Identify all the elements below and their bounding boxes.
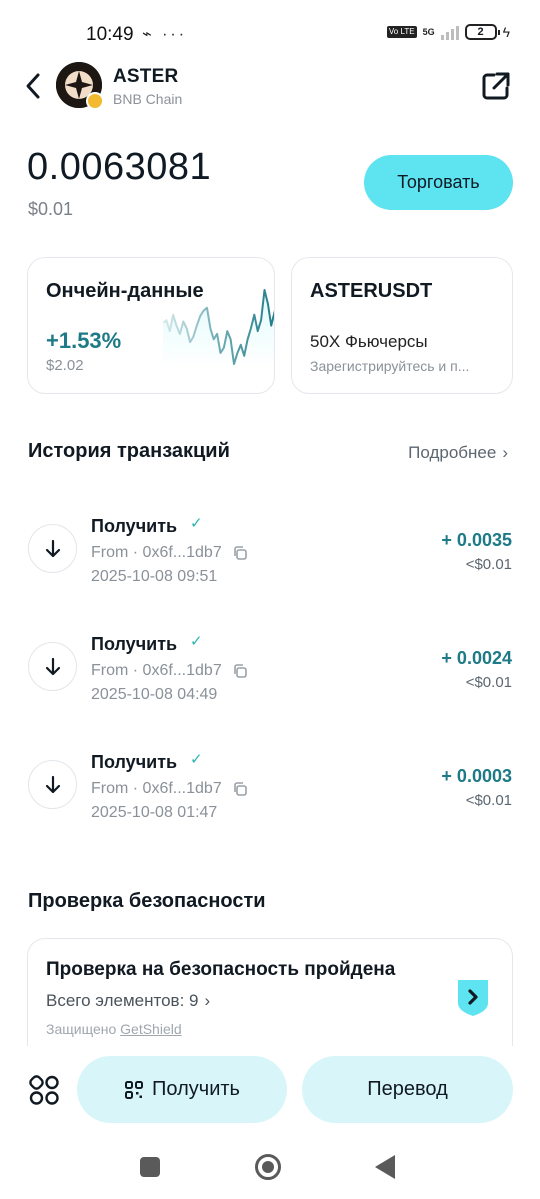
- qr-code-icon: [125, 1080, 144, 1099]
- token-balance: 0.0063081: [27, 146, 212, 188]
- more-label: Подробнее: [408, 443, 497, 462]
- receive-button[interactable]: Получить: [77, 1056, 287, 1123]
- onchain-data-card[interactable]: Ончейн-данные +1.53% $2.02: [27, 257, 275, 394]
- onchain-card-title: Ончейн-данные: [46, 280, 204, 302]
- status-bar: 10:49 ⌁ ··· Vo LTE 5G 2 ϟ: [0, 0, 540, 66]
- transaction-type: Получить: [91, 752, 178, 772]
- success-check-icon: ✓: [190, 633, 203, 650]
- token-header: ASTER BNB Chain: [0, 62, 540, 112]
- history-title: История транзакций: [28, 440, 230, 462]
- transaction-row[interactable]: Получить ✓ From · 0x6f...1db7 2025-10-08…: [0, 738, 540, 838]
- share-button[interactable]: [480, 70, 512, 102]
- chevron-right-icon: ›: [204, 991, 211, 1010]
- copy-icon[interactable]: [232, 781, 248, 797]
- chain-name: BNB Chain: [113, 91, 183, 107]
- chevron-right-icon: ›: [502, 443, 508, 462]
- futures-subtitle: Зарегистрируйтесь и п...: [310, 358, 470, 374]
- bnb-chain-icon: [86, 92, 104, 110]
- futures-pair: ASTERUSDT: [310, 280, 433, 302]
- transaction-amount: + 0.0035: [441, 530, 512, 550]
- receive-arrow-icon: [28, 524, 77, 573]
- transaction-date: 2025-10-08 04:49: [91, 686, 218, 703]
- transaction-row[interactable]: Получить ✓ From · 0x6f...1db7 2025-10-08…: [0, 502, 540, 602]
- chevron-left-icon: [26, 73, 40, 99]
- bottom-action-bar: Получить Перевод: [0, 1046, 540, 1132]
- security-item-count: Всего элементов: 9 ›: [46, 991, 210, 1011]
- network-type: 5G: [422, 26, 435, 37]
- receive-label: Получить: [152, 1078, 240, 1100]
- transaction-from: From · 0x6f...1db7: [91, 780, 222, 797]
- success-check-icon: ✓: [190, 515, 203, 532]
- battery-icon: 2: [464, 24, 500, 40]
- receive-arrow-icon: [28, 760, 77, 809]
- token-name: ASTER: [113, 66, 179, 87]
- history-more-link[interactable]: Подробнее ›: [408, 443, 508, 463]
- futures-leverage: 50X Фьючерсы: [310, 332, 428, 351]
- back-button[interactable]: [20, 70, 48, 102]
- transaction-type: Получить: [91, 634, 178, 654]
- charging-icon: ϟ: [502, 24, 510, 40]
- shield-arrow-icon: [458, 980, 488, 1016]
- recents-button[interactable]: [140, 1157, 160, 1177]
- transaction-date: 2025-10-08 01:47: [91, 804, 218, 821]
- transaction-type: Получить: [91, 516, 178, 536]
- signal-icon: [440, 24, 459, 40]
- getshield-link[interactable]: GetShield: [120, 1021, 181, 1037]
- transaction-from: From · 0x6f...1db7: [91, 662, 222, 679]
- status-time: 10:49: [86, 24, 134, 45]
- external-link-icon: [482, 72, 510, 100]
- transaction-fiat: <$0.01: [465, 556, 512, 573]
- price-change-fiat: $2.02: [46, 357, 84, 374]
- notification-icons: ⌁ ···: [142, 26, 188, 43]
- security-provider: Защищено GetShield: [46, 1021, 182, 1037]
- transaction-amount: + 0.0003: [441, 766, 512, 786]
- transaction-row[interactable]: Получить ✓ From · 0x6f...1db7 2025-10-08…: [0, 620, 540, 720]
- transaction-fiat: <$0.01: [465, 674, 512, 691]
- transaction-fiat: <$0.01: [465, 792, 512, 809]
- system-nav-bar: [0, 1140, 540, 1199]
- transaction-amount: + 0.0024: [441, 648, 512, 668]
- transaction-date: 2025-10-08 09:51: [91, 568, 218, 585]
- security-status: Проверка на безопасность пройдена: [46, 959, 396, 980]
- security-section-title: Проверка безопасности: [28, 890, 266, 912]
- copy-icon[interactable]: [232, 545, 248, 561]
- trade-button[interactable]: Торговать: [364, 155, 513, 210]
- success-check-icon: ✓: [190, 751, 203, 768]
- copy-icon[interactable]: [232, 663, 248, 679]
- apps-button[interactable]: [28, 1074, 60, 1106]
- security-count-label: Всего элементов: 9: [46, 991, 199, 1010]
- status-right-icons: Vo LTE 5G 2 ϟ: [386, 24, 510, 40]
- price-change-percent: +1.53%: [46, 328, 122, 353]
- transaction-from: From · 0x6f...1db7: [91, 544, 222, 561]
- futures-card[interactable]: ASTERUSDT 50X Фьючерсы Зарегистрируйтесь…: [291, 257, 513, 394]
- grid-apps-icon: [29, 1075, 59, 1105]
- transfer-button[interactable]: Перевод: [302, 1056, 513, 1123]
- home-button[interactable]: [255, 1154, 281, 1180]
- volte-icon: Vo LTE: [386, 26, 417, 38]
- receive-arrow-icon: [28, 642, 77, 691]
- protected-label: Защищено: [46, 1021, 117, 1037]
- system-back-button[interactable]: [375, 1155, 395, 1179]
- fiat-balance: $0.01: [28, 199, 74, 219]
